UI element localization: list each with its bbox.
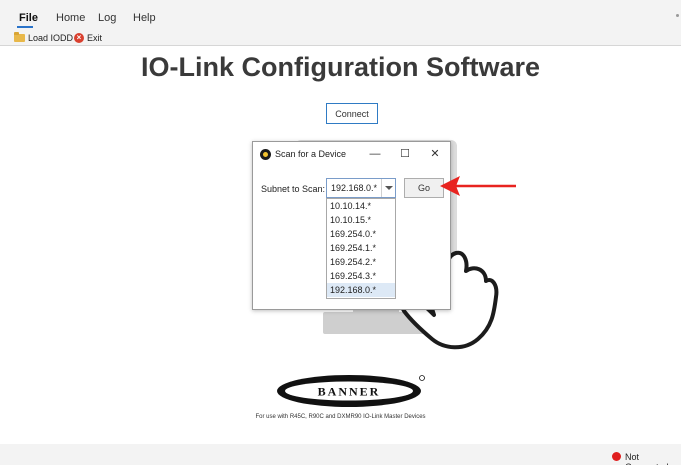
exit-label: Exit xyxy=(87,33,103,43)
dropdown-option[interactable]: 169.254.3.* xyxy=(327,269,395,283)
minimize-button[interactable]: — xyxy=(365,146,385,162)
dialog-title: Scan for a Device xyxy=(275,149,347,159)
app-logo-icon xyxy=(260,149,271,160)
scan-dialog: Scan for a Device — ☐ ✕ Subnet to Scan: … xyxy=(252,141,451,310)
menu-bar: File Home Log Help xyxy=(0,0,681,30)
subnet-select-value: 192.168.0.* xyxy=(331,183,378,193)
annotation-arrow-icon xyxy=(440,176,516,196)
subnet-label: Subnet to Scan: xyxy=(261,184,326,194)
connect-button[interactable]: Connect xyxy=(326,103,378,124)
menu-home[interactable]: Home xyxy=(56,12,85,24)
close-circle-icon: × xyxy=(74,33,84,43)
folder-icon xyxy=(14,32,25,42)
exit-button[interactable]: × Exit xyxy=(74,31,102,45)
close-button[interactable]: ✕ xyxy=(425,146,445,162)
dropdown-option[interactable]: 169.254.1.* xyxy=(327,241,395,255)
dropdown-toggle[interactable] xyxy=(381,179,395,197)
menu-file[interactable]: File xyxy=(19,12,38,24)
toolbar: Load IODD × Exit xyxy=(0,30,681,46)
load-iodd-label: Load IODD xyxy=(28,33,74,43)
subnet-dropdown-list: 10.10.14.* 10.10.15.* 169.254.0.* 169.25… xyxy=(326,198,396,299)
dialog-titlebar[interactable]: Scan for a Device — ☐ ✕ xyxy=(253,142,450,168)
page-title: IO-Link Configuration Software xyxy=(141,52,540,82)
status-bar xyxy=(0,444,681,465)
overflow-dot xyxy=(676,14,679,17)
banner-logo-text: BANNER xyxy=(318,385,381,399)
load-iodd-button[interactable]: Load IODD xyxy=(14,31,73,45)
active-tab-indicator xyxy=(17,26,33,28)
dropdown-option[interactable]: 169.254.0.* xyxy=(327,227,395,241)
menu-log[interactable]: Log xyxy=(98,12,116,24)
connection-status: Not Connected xyxy=(625,452,669,465)
subnet-select[interactable]: 192.168.0.* xyxy=(326,178,396,198)
status-indicator-icon xyxy=(612,452,621,461)
menu-help[interactable]: Help xyxy=(133,12,156,24)
tagline: For use with R45C, R90C and DXMR90 IO-Li… xyxy=(255,414,426,420)
dropdown-option-selected[interactable]: 192.168.0.* xyxy=(327,283,395,297)
banner-logo: BANNER xyxy=(277,375,425,407)
maximize-button[interactable]: ☐ xyxy=(395,146,415,162)
dropdown-option[interactable]: 10.10.14.* xyxy=(327,199,395,213)
dropdown-option[interactable]: 169.254.2.* xyxy=(327,255,395,269)
dropdown-option[interactable]: 10.10.15.* xyxy=(327,213,395,227)
chevron-down-icon xyxy=(385,186,393,190)
